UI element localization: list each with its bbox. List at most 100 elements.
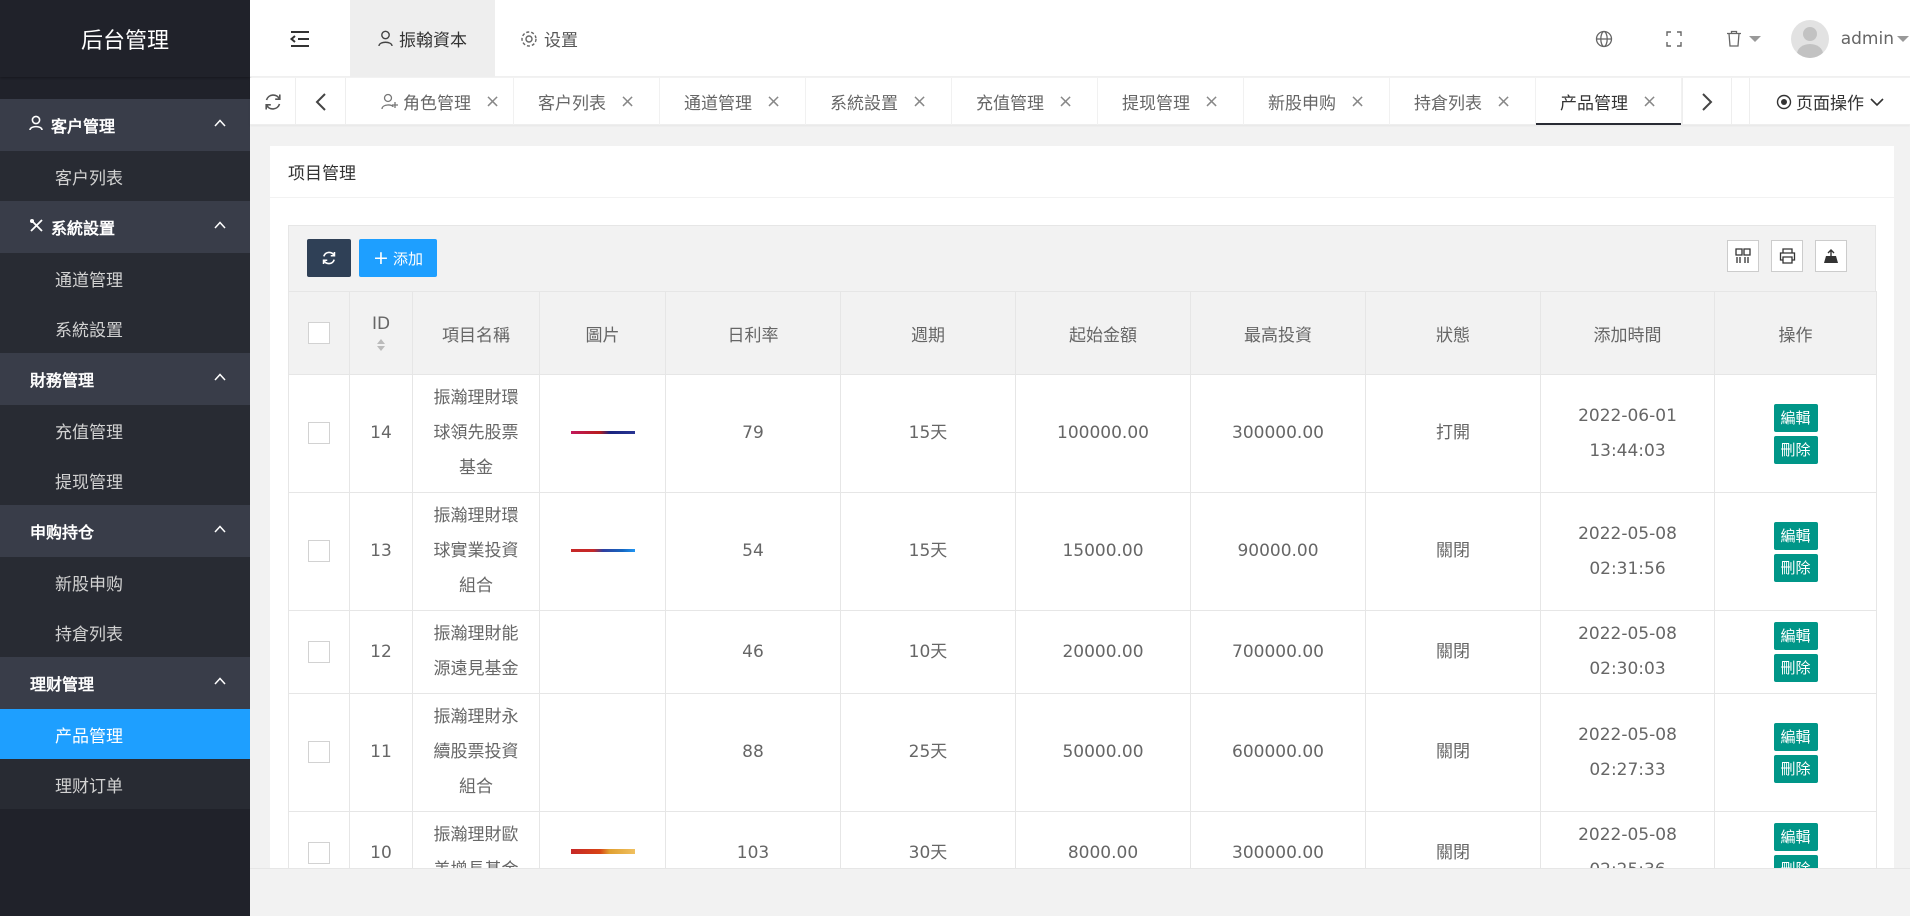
header-tab-company[interactable]: 振翰資本 (350, 0, 495, 77)
chevron-up-icon (214, 373, 226, 381)
time-text: 02:31:56 (1589, 558, 1666, 579)
sort-icon[interactable] (376, 338, 386, 352)
language-button[interactable] (1569, 30, 1639, 48)
sidebar-group-finance[interactable]: 財務管理 (0, 353, 250, 405)
cell-rate: 88 (665, 693, 841, 812)
sidebar-item-withdraw[interactable]: 提现管理 (0, 455, 250, 505)
sidebar-group-system[interactable]: 系統設置 (0, 201, 250, 253)
sidebar-group-label: 系統設置 (51, 219, 116, 238)
tab-role-management[interactable]: 角色管理 × (368, 78, 514, 125)
product-thumbnail[interactable] (570, 848, 635, 854)
edit-button[interactable]: 編輯 (1773, 823, 1818, 851)
app-logo[interactable]: 后台管理 (0, 0, 250, 77)
print-button[interactable] (1771, 240, 1803, 272)
page-tabs-bar: 角色管理 × 客户列表 × 通道管理 × 系統設置 × 充值管理 × 提现管理 … (250, 78, 1910, 125)
row-checkbox[interactable] (308, 422, 330, 444)
tab-label: 充值管理 (975, 94, 1044, 114)
tab-ipo[interactable]: 新股申购 × (1244, 78, 1390, 125)
add-button[interactable]: + 添加 (359, 239, 437, 277)
export-button[interactable] (1815, 240, 1847, 272)
cell-id: 11 (349, 693, 413, 812)
sidebar-item-system-settings[interactable]: 系統設置 (0, 303, 250, 353)
sidebar-group-subscription[interactable]: 申购持仓 (0, 505, 250, 557)
caret-down-icon[interactable] (1896, 34, 1910, 44)
tabs-scroll-left-button[interactable] (296, 78, 346, 125)
delete-button[interactable]: 刪除 (1773, 435, 1818, 464)
name-line: 續股票投資 (433, 742, 519, 762)
menu-fold-icon (289, 30, 309, 47)
columns-filter-button[interactable] (1727, 240, 1759, 272)
close-icon[interactable]: × (766, 91, 781, 112)
row-checkbox[interactable] (308, 640, 330, 663)
add-button-label: 添加 (392, 249, 423, 268)
table-row[interactable]: 14 振瀚理財環 球領先股票 基金 79 15天 100000.00 30000… (288, 374, 1877, 493)
cell-rate: 54 (665, 492, 841, 611)
table-row[interactable]: 12 振瀚理財能 源遠見基金 46 10天 20000.00 700000.00… (288, 610, 1877, 694)
row-checkbox[interactable] (308, 540, 330, 562)
sidebar-group-customer[interactable]: 客户管理 (0, 99, 250, 151)
sidebar-item-customer-list[interactable]: 客户列表 (0, 151, 250, 201)
sidebar-item-channel[interactable]: 通道管理 (0, 253, 250, 303)
username[interactable]: admin (1841, 29, 1894, 49)
table-refresh-button[interactable] (307, 239, 351, 277)
cell-name: 振瀚理財環 球實業投資 組合 (412, 492, 540, 611)
sidebar-group-label: 理财管理 (30, 675, 95, 694)
edit-button[interactable]: 編輯 (1773, 521, 1818, 550)
column-header[interactable]: ID (349, 291, 413, 375)
table-row[interactable]: 13 振瀚理財環 球實業投資 組合 54 15天 15000.00 90000.… (288, 492, 1877, 611)
tab-withdraw[interactable]: 提现管理 × (1098, 78, 1244, 125)
date-text: 2022-06-01 (1578, 405, 1677, 426)
date-text: 2022-05-08 (1578, 624, 1677, 644)
tab-label: 持倉列表 (1413, 94, 1482, 114)
close-icon[interactable]: × (485, 91, 500, 112)
sidebar-item-products[interactable]: 产品管理 (0, 709, 250, 759)
row-checkbox[interactable] (308, 741, 330, 763)
refresh-tab-button[interactable] (250, 78, 296, 125)
edit-button[interactable]: 編輯 (1773, 722, 1818, 751)
time-text: 13:44:03 (1589, 440, 1666, 461)
tab-positions[interactable]: 持倉列表 × (1390, 78, 1536, 125)
date-text: 2022-05-08 (1578, 523, 1677, 544)
name-line: 基金 (459, 458, 493, 478)
close-icon[interactable]: × (1204, 91, 1219, 112)
edit-button[interactable]: 編輯 (1773, 403, 1818, 432)
sidebar-group-items: 充值管理 提现管理 (0, 405, 250, 505)
delete-button[interactable]: 刪除 (1773, 754, 1818, 783)
product-thumbnail[interactable] (570, 430, 635, 434)
close-icon[interactable]: × (912, 91, 927, 112)
column-header: 項目名稱 (412, 291, 540, 375)
select-all-checkbox[interactable] (308, 322, 330, 344)
sidebar-item-ipo[interactable]: 新股申购 (0, 557, 250, 607)
tab-channel[interactable]: 通道管理 × (660, 78, 806, 125)
sidebar-item-positions[interactable]: 持倉列表 (0, 607, 250, 657)
avatar[interactable] (1790, 19, 1829, 58)
product-thumbnail[interactable] (570, 548, 635, 552)
clear-cache-button[interactable] (1709, 30, 1779, 47)
close-icon[interactable]: × (1350, 91, 1365, 112)
cell-cycle: 15天 (840, 492, 1016, 611)
close-icon[interactable]: × (1496, 91, 1511, 112)
edit-button[interactable]: 編輯 (1773, 622, 1818, 650)
fullscreen-button[interactable] (1639, 30, 1709, 47)
table-row[interactable]: 11 振瀚理財永 續股票投資 組合 88 25天 50000.00 600000… (288, 693, 1877, 812)
sidebar-group-wealth[interactable]: 理财管理 (0, 657, 250, 709)
tab-recharge[interactable]: 充值管理 × (952, 78, 1098, 125)
sidebar-item-recharge[interactable]: 充值管理 (0, 405, 250, 455)
close-icon[interactable]: × (1058, 91, 1073, 112)
cell-id: 12 (349, 610, 413, 694)
tab-label: 新股申购 (1267, 94, 1336, 114)
delete-button[interactable]: 刪除 (1773, 654, 1818, 682)
tabs-scroll-right-button[interactable] (1682, 78, 1732, 125)
tab-products[interactable]: 产品管理 × (1536, 78, 1682, 125)
tab-system-settings[interactable]: 系統設置 × (806, 78, 952, 125)
delete-button[interactable]: 刪除 (1773, 553, 1818, 582)
sidebar-item-wealth-orders[interactable]: 理财订单 (0, 759, 250, 809)
tab-customer-list[interactable]: 客户列表 × (514, 78, 660, 125)
page-operations-dropdown[interactable]: 页面操作 (1749, 78, 1910, 125)
header-tab-settings[interactable]: 设置 (520, 0, 578, 77)
close-icon[interactable]: × (1642, 91, 1657, 112)
close-icon[interactable]: × (620, 91, 635, 112)
menu-fold-button[interactable] (250, 0, 350, 77)
print-icon (1779, 248, 1795, 264)
row-checkbox[interactable] (308, 841, 330, 864)
